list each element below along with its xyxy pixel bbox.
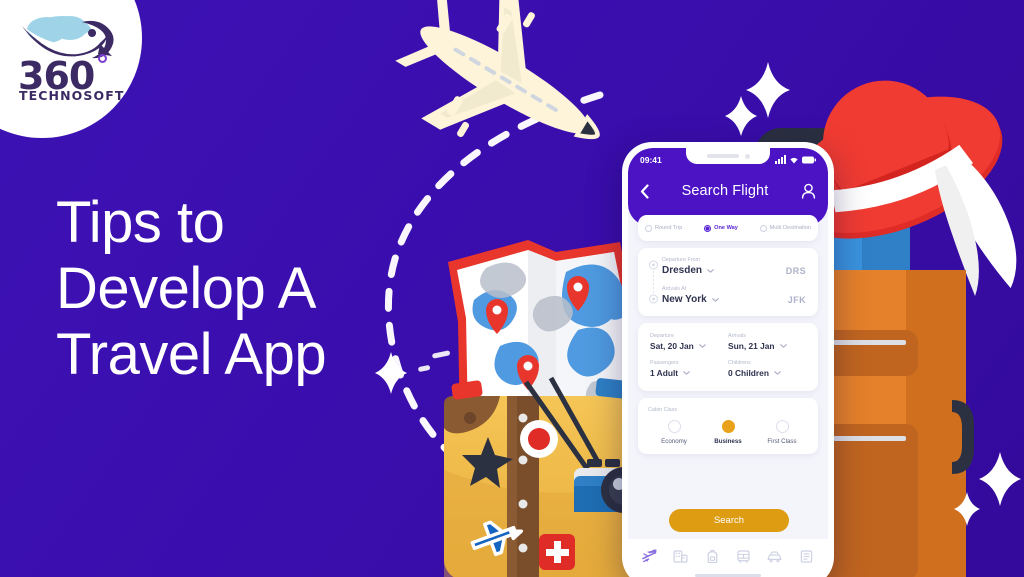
wifi-icon xyxy=(790,157,798,164)
user-icon[interactable] xyxy=(801,183,816,199)
taxi-icon[interactable] xyxy=(766,548,783,565)
plane-icon[interactable] xyxy=(641,548,658,565)
phone-screen: 09:41 Search Flight Round Trip One Way M… xyxy=(628,148,828,577)
app-title: Search Flight xyxy=(681,183,769,199)
trip-type-multi-destination[interactable]: Multi Destination xyxy=(759,224,811,232)
radio-icon xyxy=(704,224,712,232)
arrival-code: JFK xyxy=(787,294,806,305)
page-title: Tips to Develop A Travel App xyxy=(56,190,327,387)
search-button[interactable]: Search xyxy=(669,509,789,532)
dates-passengers-card: Departure Sat, 20 Jan Arrivals Sun, 21 J… xyxy=(638,323,818,391)
chevron-down-icon[interactable] xyxy=(683,371,690,375)
bus-icon[interactable] xyxy=(735,548,752,565)
cabin-option-business[interactable]: Business xyxy=(702,420,754,445)
trip-type-one-way[interactable]: One Way xyxy=(704,224,738,232)
children-label: Childrens xyxy=(728,360,751,366)
trip-type-label: One Way xyxy=(714,225,738,231)
sticker-japan xyxy=(520,420,558,458)
radio-icon xyxy=(775,420,789,433)
chevron-down-icon[interactable] xyxy=(779,344,787,348)
departure-city: Dresden xyxy=(662,265,703,276)
children-field[interactable]: Childrens 0 Children xyxy=(728,360,806,378)
radio-icon xyxy=(759,224,767,232)
sticker-swiss xyxy=(539,534,575,570)
trip-type-round-trip[interactable]: Round Trip xyxy=(645,224,683,232)
chevron-left-icon[interactable] xyxy=(640,183,649,199)
cabin-class-label: Cabin Class xyxy=(648,407,678,413)
passengers-field[interactable]: Passengers 1 Adult xyxy=(650,360,728,378)
sticker-plane xyxy=(470,520,524,557)
phone-mockup: 09:41 Search Flight Round Trip One Way M… xyxy=(622,142,834,577)
map-pin-icon xyxy=(486,299,508,334)
arrival-label: Arrivals At xyxy=(662,286,687,292)
route-rail xyxy=(649,260,658,304)
backpack-icon[interactable] xyxy=(704,548,721,565)
chevron-down-icon[interactable] xyxy=(711,297,719,302)
radio-icon xyxy=(667,420,681,433)
departure-date-value: Sat, 20 Jan xyxy=(650,341,694,351)
phone-notch xyxy=(686,148,770,164)
airplane-icon xyxy=(395,0,600,140)
arrival-date-value: Sun, 21 Jan xyxy=(728,341,775,351)
passengers-value: 1 Adult xyxy=(650,368,679,378)
departure-row[interactable]: Departure From Dresden DRS xyxy=(662,257,806,276)
children-value: 0 Children xyxy=(728,368,769,378)
app-bar: Search Flight xyxy=(628,174,828,208)
arrival-date-label: Arrivals xyxy=(728,333,746,339)
earpiece-speaker xyxy=(706,154,739,158)
sticker-star xyxy=(462,437,513,488)
chevron-down-icon[interactable] xyxy=(707,268,714,273)
departure-date-label: Departure xyxy=(650,333,674,339)
ticket-icon[interactable] xyxy=(798,548,815,565)
battery-icon xyxy=(802,156,816,163)
trip-type-label: Multi Destination xyxy=(769,225,811,231)
bottom-tab-bar xyxy=(628,539,828,577)
chevron-down-icon[interactable] xyxy=(774,371,781,375)
arrival-date-field[interactable]: Arrivals Sun, 21 Jan xyxy=(728,333,806,351)
radio-icon xyxy=(721,420,735,433)
arrival-city: New York xyxy=(662,294,707,305)
status-time: 09:41 xyxy=(640,154,662,165)
folded-map xyxy=(448,240,632,430)
chevron-down-icon[interactable] xyxy=(698,344,706,348)
map-pin-icon xyxy=(517,355,539,390)
banner-canvas: 360 TECHNOSOFT Tips to Develop A Travel … xyxy=(0,0,1024,577)
arrival-row[interactable]: Arrivals At New York JFK xyxy=(662,286,806,305)
departure-date-field[interactable]: Departure Sat, 20 Jan xyxy=(650,333,728,351)
hotel-icon[interactable] xyxy=(672,548,689,565)
cabin-option-label: First Class xyxy=(767,438,797,445)
logo-wordmark: TECHNOSOFT xyxy=(19,88,125,103)
map-pin-icon xyxy=(567,276,589,311)
passengers-label: Passengers xyxy=(650,360,679,366)
cabin-option-economy[interactable]: Economy xyxy=(648,420,700,445)
signal-icon xyxy=(775,155,786,164)
radio-icon xyxy=(645,224,652,232)
departure-code: DRS xyxy=(785,265,806,276)
route-card: Departure From Dresden DRS Arrivals At N… xyxy=(638,248,818,316)
cabin-class-card: Cabin Class Economy Business First Class xyxy=(638,398,818,454)
departure-label: Departure From xyxy=(662,257,701,263)
trip-type-card: Round Trip One Way Multi Destination xyxy=(638,215,818,241)
yellow-suitcase xyxy=(444,376,647,577)
trip-type-label: Round Trip xyxy=(655,225,683,231)
cabin-option-label: Business xyxy=(714,438,742,445)
front-camera-icon xyxy=(744,153,750,159)
cabin-option-label: Economy xyxy=(661,438,687,445)
logo-degree-icon xyxy=(98,54,107,63)
company-logo[interactable]: 360 TECHNOSOFT xyxy=(14,12,123,104)
cabin-option-first-class[interactable]: First Class xyxy=(756,420,808,445)
